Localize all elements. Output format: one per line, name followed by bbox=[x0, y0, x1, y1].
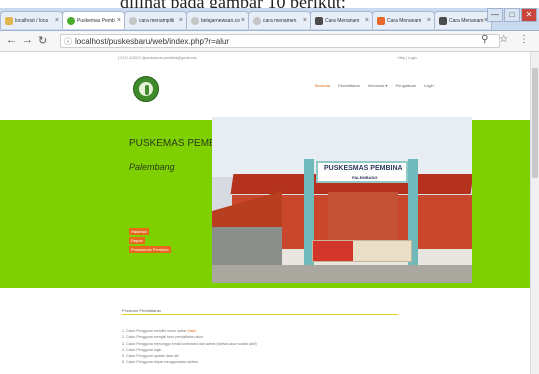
registration-steps: 1. Calon Pengguna memilih menu daftar Di… bbox=[122, 328, 257, 366]
browser-tab[interactable]: Cara Menanam × bbox=[434, 11, 492, 29]
hero-badge: Puskesmas Pembina bbox=[129, 246, 171, 253]
tab-title: Puskemas Pemb bbox=[77, 18, 115, 24]
back-arrow-icon[interactable]: ← bbox=[6, 34, 17, 46]
document-caption: dilihat pada gambar 10 berikut: bbox=[120, 0, 346, 12]
tab-favicon-icon bbox=[253, 17, 261, 25]
browser-tab[interactable]: cara menampilk × bbox=[124, 11, 187, 29]
tab-close-icon[interactable]: × bbox=[427, 12, 431, 29]
tab-close-icon[interactable]: × bbox=[303, 12, 307, 29]
tab-close-icon[interactable]: × bbox=[241, 12, 245, 29]
tab-favicon-icon bbox=[191, 17, 199, 25]
step-item: 6. Calon Pengguna dapat menggunakan sist… bbox=[122, 360, 199, 365]
main-navigation: Beranda Pendaftaran Informasi ▾ Pengadua… bbox=[315, 83, 434, 88]
browser-tab[interactable]: cara menamen × bbox=[248, 11, 311, 29]
photo-banner bbox=[312, 240, 412, 262]
toolbar-icons[interactable]: ⚲ ☆ ⋮ bbox=[481, 34, 533, 45]
tab-close-icon[interactable]: × bbox=[117, 12, 121, 29]
hero-badge: Halaman bbox=[129, 228, 150, 235]
photo-sign-main: PUSKESMAS PEMBINA bbox=[324, 165, 403, 172]
minimize-button[interactable]: — bbox=[487, 8, 503, 22]
tab-title: Cara Menanam bbox=[449, 18, 484, 24]
tab-favicon-icon bbox=[377, 17, 385, 25]
tab-favicon-icon bbox=[129, 17, 137, 25]
photo-banner-red bbox=[313, 241, 353, 261]
help-login-links[interactable]: Help | Login bbox=[398, 56, 417, 60]
tab-title: localhost / loca bbox=[15, 18, 49, 24]
puskesmas-building-photo: PUSKESMAS PEMBINA PALEMBANG bbox=[212, 117, 472, 283]
section-divider bbox=[122, 314, 398, 315]
nav-beranda[interactable]: Beranda bbox=[315, 83, 330, 88]
browser-tab-bar: localhost / loca × Puskemas Pemb × cara … bbox=[0, 8, 539, 31]
maximize-button[interactable]: □ bbox=[504, 8, 520, 22]
tab-close-icon[interactable]: × bbox=[179, 12, 183, 29]
web-page: (+)711-412022 @puskesmas.pembina@gmail.c… bbox=[0, 52, 539, 374]
browser-tab[interactable]: Cara Menanam × bbox=[310, 11, 373, 29]
tab-favicon-icon bbox=[439, 17, 447, 25]
tab-favicon-icon bbox=[315, 17, 323, 25]
photo-left-building bbox=[212, 227, 282, 267]
browser-tab[interactable]: Cara Menanam × bbox=[372, 11, 435, 29]
browser-tab[interactable]: belajarnewsan.co × bbox=[186, 11, 249, 29]
nav-informasi[interactable]: Informasi ▾ bbox=[368, 83, 388, 88]
browser-tab-active[interactable]: Puskemas Pemb × bbox=[62, 11, 125, 29]
browser-toolbar: ← → ↻ ⓘ localhost/puskesbaru/web/index.p… bbox=[0, 31, 539, 52]
hero-subtitle: Palembang bbox=[129, 162, 175, 172]
disini-link[interactable]: Disini bbox=[187, 329, 196, 333]
window-controls: — □ ✕ bbox=[487, 8, 537, 22]
address-bar[interactable]: ⓘ localhost/puskesbaru/web/index.php?r=a… bbox=[60, 34, 500, 48]
photo-sign-sub: PALEMBANG bbox=[352, 175, 378, 180]
tab-title: Cara Menanam bbox=[325, 18, 360, 24]
scrollbar-thumb[interactable] bbox=[532, 68, 538, 178]
forward-arrow-icon[interactable]: → bbox=[22, 34, 33, 46]
top-info-bar: (+)711-412022 @puskesmas.pembina@gmail.c… bbox=[0, 52, 539, 64]
tab-title: Cara Menanam bbox=[387, 18, 422, 24]
puskesmas-logo[interactable] bbox=[133, 76, 159, 102]
photo-ground bbox=[212, 265, 472, 283]
tab-title: cara menamen bbox=[263, 18, 297, 24]
tab-close-icon[interactable]: × bbox=[55, 12, 59, 29]
page-scrollbar[interactable] bbox=[530, 52, 539, 374]
close-window-button[interactable]: ✕ bbox=[521, 8, 537, 22]
step-item: 3. Calon Pengguna menunggu email konfirm… bbox=[122, 341, 257, 346]
browser-tab[interactable]: localhost / loca × bbox=[0, 11, 63, 29]
tab-title: cara menampilk bbox=[139, 18, 175, 24]
hero-badge: Depan bbox=[129, 237, 145, 244]
reload-icon[interactable]: ↻ bbox=[38, 34, 47, 47]
nav-pengaduan[interactable]: Pengaduan bbox=[396, 83, 416, 88]
nav-pendaftaran[interactable]: Pendaftaran bbox=[338, 83, 360, 88]
tab-favicon-icon bbox=[5, 17, 13, 25]
tab-close-icon[interactable]: × bbox=[365, 12, 369, 29]
page-info-icon[interactable]: ⓘ bbox=[64, 35, 72, 49]
url-text: localhost/puskesbaru/web/index.php?r=alu… bbox=[75, 37, 230, 46]
section-title: Prosedur Pendaftaran bbox=[122, 308, 162, 313]
tab-favicon-icon bbox=[67, 17, 75, 25]
tab-title: belajarnewsan.co bbox=[201, 18, 240, 24]
contact-info: (+)711-412022 @puskesmas.pembina@gmail.c… bbox=[118, 56, 197, 60]
photo-sign: PUSKESMAS PEMBINA PALEMBANG bbox=[316, 161, 408, 183]
nav-login[interactable]: Login bbox=[424, 83, 434, 88]
